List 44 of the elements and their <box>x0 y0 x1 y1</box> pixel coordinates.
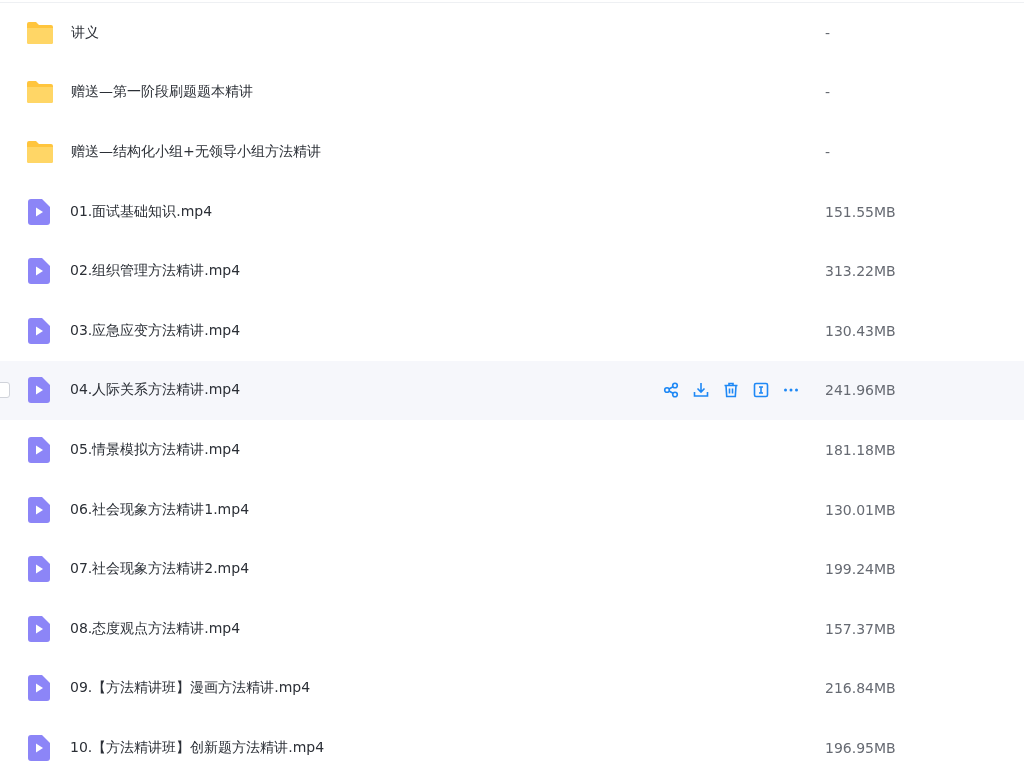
file-size: 151.55MB <box>825 203 897 220</box>
video-file-icon <box>28 258 50 285</box>
folder-icon <box>26 140 54 164</box>
video-file-icon <box>28 496 50 523</box>
file-size: 241.96MB <box>825 382 897 399</box>
file-size: - <box>825 84 832 101</box>
video-file-icon <box>28 317 50 344</box>
file-name[interactable]: 05.情景模拟方法精讲.mp4 <box>70 440 241 459</box>
folder-icon <box>26 20 54 45</box>
file-size: 199.24MB <box>825 561 897 578</box>
file-name[interactable]: 01.面试基础知识.mp4 <box>70 202 213 221</box>
video-file-icon <box>28 198 50 225</box>
file-name[interactable]: 04.人际关系方法精讲.mp4 <box>70 381 241 400</box>
video-file-icon <box>28 734 50 761</box>
video-file-icon <box>28 556 50 583</box>
row-highlight[interactable]: 04.人际关系方法精讲.mp4 241.96MB <box>0 360 1024 421</box>
file-size: 196.95MB <box>825 739 897 756</box>
file-size: - <box>825 24 832 41</box>
file-name[interactable]: 10.【方法精讲班】创新题方法精讲.mp4 <box>70 738 325 757</box>
video-file-icon <box>28 615 50 642</box>
video-file-icon <box>28 436 50 463</box>
video-file-icon <box>28 675 50 702</box>
trash-icon[interactable] <box>723 382 739 399</box>
rename-icon[interactable] <box>753 382 769 399</box>
file-name[interactable]: 02.组织管理方法精讲.mp4 <box>70 262 241 281</box>
folder-icon <box>26 80 54 105</box>
file-name[interactable]: 07.社会现象方法精讲2.mp4 <box>70 560 250 579</box>
video-file-icon <box>28 377 50 404</box>
file-name[interactable]: 03.应急应变方法精讲.mp4 <box>70 321 241 340</box>
file-size: 130.43MB <box>825 322 897 339</box>
file-size: - <box>825 144 832 160</box>
file-name[interactable]: 讲义 <box>71 23 99 42</box>
file-name[interactable]: 09.【方法精讲班】漫画方法精讲.mp4 <box>70 679 311 698</box>
file-size: 181.18MB <box>825 441 897 458</box>
file-size: 313.22MB <box>825 263 897 280</box>
file-name[interactable]: 08.态度观点方法精讲.mp4 <box>70 619 241 638</box>
file-name[interactable]: 06.社会现象方法精讲1.mp4 <box>70 500 250 519</box>
file-size: 130.01MB <box>825 501 897 518</box>
download-icon[interactable] <box>693 382 709 399</box>
file-name[interactable]: 赠送—第一阶段刷题题本精讲 <box>71 83 253 102</box>
share-icon[interactable] <box>663 382 679 399</box>
file-size: 216.84MB <box>825 680 897 697</box>
file-size: 157.37MB <box>825 620 897 637</box>
file-name[interactable]: 赠送—结构化小组+无领导小组方法精讲 <box>71 143 321 161</box>
